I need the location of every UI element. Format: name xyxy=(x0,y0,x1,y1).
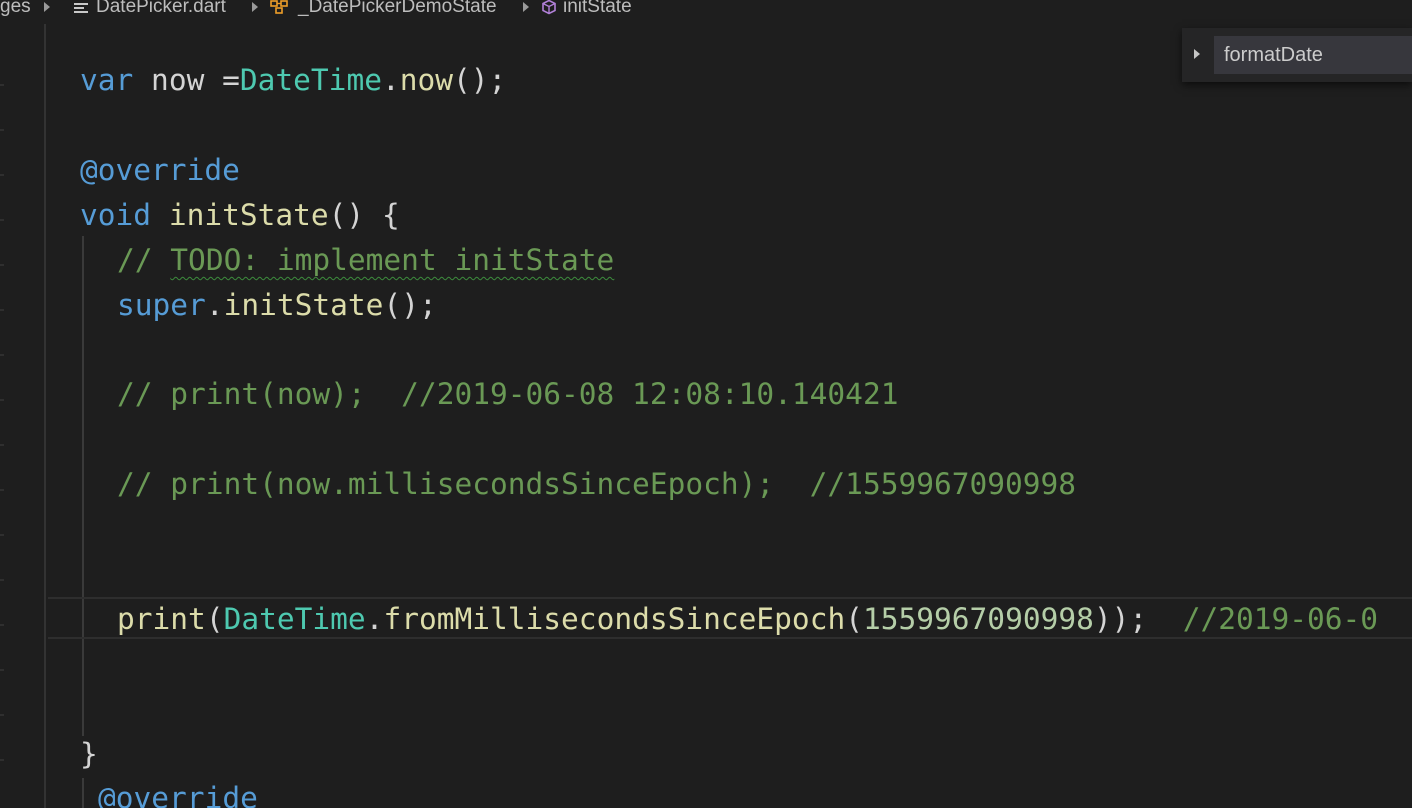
breadcrumb-item-folder[interactable]: ges xyxy=(0,0,31,16)
method-cube-icon xyxy=(541,0,557,15)
outline-dropdown[interactable]: formatDate xyxy=(1182,28,1412,82)
code-editor[interactable]: ges DatePicker.dart _DatePickerDemoState… xyxy=(0,0,1412,808)
breadcrumb-separator-icon xyxy=(44,2,50,12)
outline-item-formatdate[interactable]: formatDate xyxy=(1214,36,1412,74)
breadcrumb-separator-icon xyxy=(523,2,529,12)
breadcrumb-item-label: initState xyxy=(563,0,632,17)
indent-guide xyxy=(82,778,84,808)
breadcrumb-item-file[interactable]: DatePicker.dart xyxy=(74,0,226,16)
line-gutter[interactable] xyxy=(0,24,44,808)
breadcrumb-item-class[interactable]: _DatePickerDemoState xyxy=(270,0,497,16)
file-lines-icon xyxy=(74,1,88,13)
indent-guide xyxy=(82,236,84,736)
class-icon xyxy=(270,0,290,15)
breadcrumb-item-method[interactable]: initState xyxy=(541,0,632,16)
breadcrumb-item-label: ges xyxy=(0,0,31,17)
code-line-method-decl[interactable]: void initState() { xyxy=(80,197,400,233)
breadcrumb-item-label: DatePicker.dart xyxy=(96,0,226,17)
expand-arrow-icon[interactable] xyxy=(1194,49,1200,59)
breadcrumb-item-label: _DatePickerDemoState xyxy=(298,0,497,17)
code-line-1[interactable]: var now =DateTime.now(); xyxy=(80,62,506,98)
code-line-super-call[interactable]: super.initState(); xyxy=(117,287,437,323)
code-line-annotation[interactable]: @override xyxy=(80,152,240,188)
code-line-closing-brace[interactable]: } xyxy=(80,736,98,772)
code-line-todo-comment[interactable]: // TODO: implement initState xyxy=(117,242,614,278)
code-line-comment-millis[interactable]: // print(now.millisecondsSinceEpoch); //… xyxy=(117,466,1076,502)
todo-warning-squiggle: TODO: implement initState xyxy=(170,243,615,277)
breadcrumb: ges DatePicker.dart _DatePickerDemoState… xyxy=(0,0,1412,24)
breadcrumb-separator-icon xyxy=(252,2,258,12)
code-line-comment-print-now[interactable]: // print(now); //2019-06-08 12:08:10.140… xyxy=(117,376,898,412)
code-line-print-datetime[interactable]: print(DateTime.fromMillisecondsSinceEpoc… xyxy=(117,601,1378,637)
code-line-annotation-2[interactable]: @override xyxy=(98,780,258,808)
gutter-border xyxy=(44,24,46,808)
